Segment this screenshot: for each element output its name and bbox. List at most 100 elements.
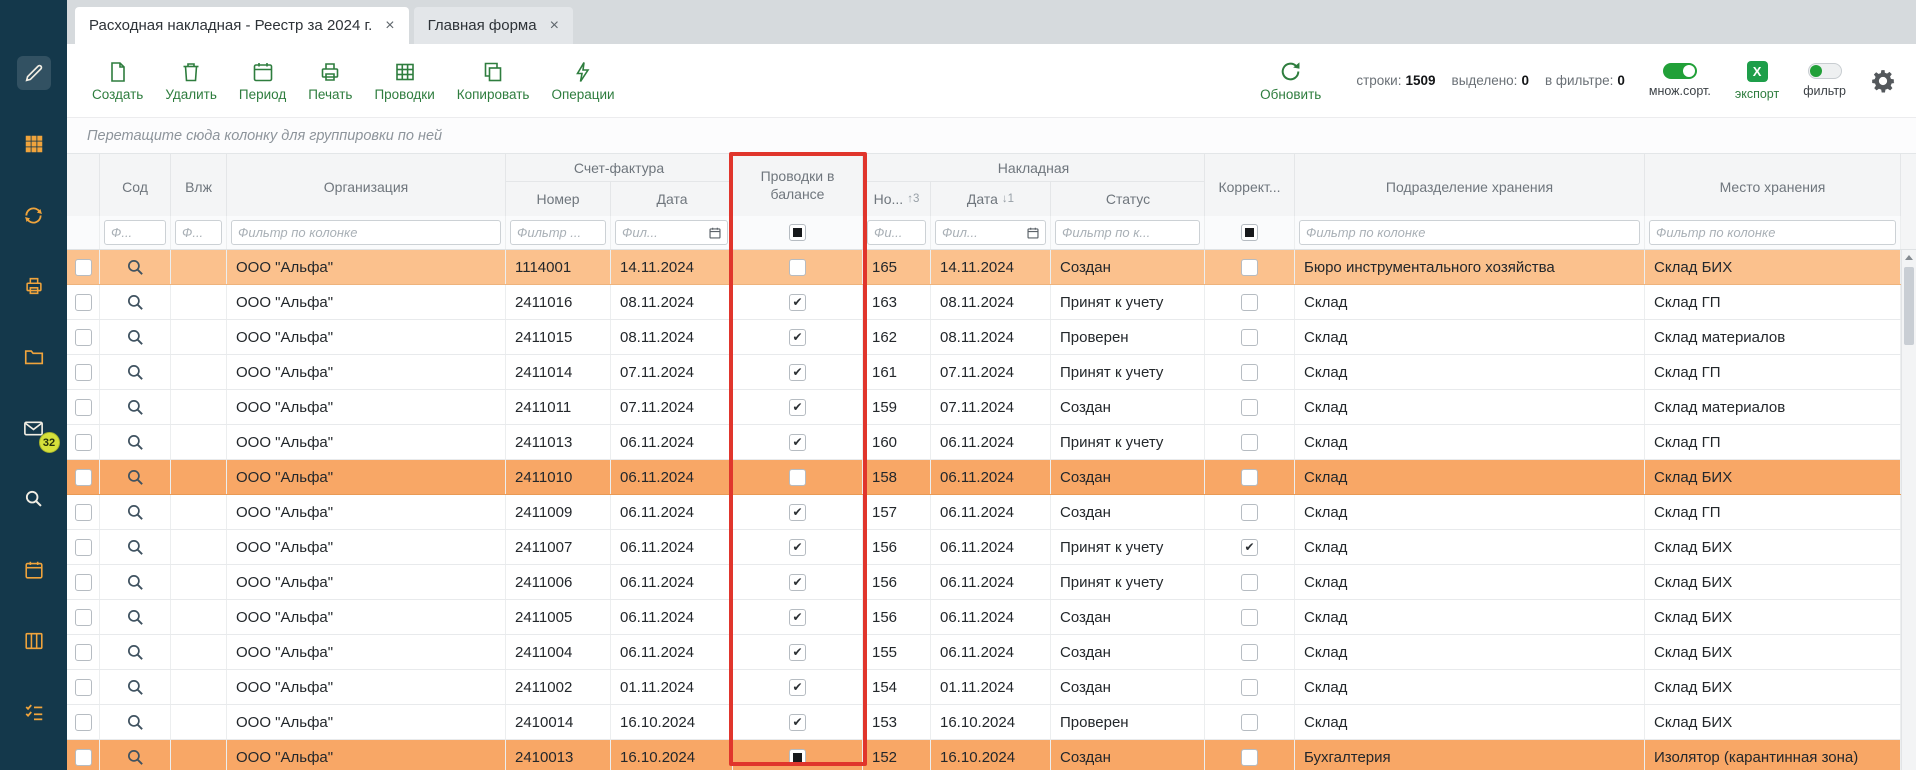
row-select-cell[interactable]: [67, 495, 100, 529]
postings-checkbox[interactable]: [789, 399, 806, 416]
table-row[interactable]: ООО "Альфа"241100706.11.202415606.11.202…: [67, 530, 1901, 565]
row-select-cell[interactable]: [67, 250, 100, 284]
magnifier-icon[interactable]: [126, 538, 145, 557]
correction-checkbox[interactable]: [1241, 679, 1258, 696]
header-status[interactable]: Статус: [1051, 182, 1205, 216]
postings-cell[interactable]: [733, 390, 863, 424]
row-open-cell[interactable]: [100, 530, 171, 564]
magnifier-icon[interactable]: [126, 258, 145, 277]
correction-cell[interactable]: [1205, 495, 1295, 529]
postings-checkbox[interactable]: [789, 294, 806, 311]
search-icon[interactable]: [17, 482, 51, 516]
header-department[interactable]: Подразделение хранения: [1295, 154, 1645, 216]
table-row[interactable]: ООО "Альфа"241100406.11.202415506.11.202…: [67, 635, 1901, 670]
postings-checkbox[interactable]: [789, 329, 806, 346]
postings-cell[interactable]: [733, 670, 863, 704]
row-select-checkbox[interactable]: [75, 539, 92, 556]
row-select-checkbox[interactable]: [75, 504, 92, 521]
table-row[interactable]: ООО "Альфа"241101608.11.202416308.11.202…: [67, 285, 1901, 320]
filter-postings-checkbox[interactable]: [789, 224, 806, 241]
row-select-checkbox[interactable]: [75, 714, 92, 731]
correction-cell[interactable]: [1205, 600, 1295, 634]
filter-toggle[interactable]: [1808, 63, 1842, 79]
correction-cell[interactable]: [1205, 355, 1295, 389]
row-select-cell[interactable]: [67, 530, 100, 564]
postings-checkbox[interactable]: [789, 539, 806, 556]
correction-checkbox[interactable]: [1241, 259, 1258, 276]
multisort-control[interactable]: множ.сорт.: [1649, 63, 1711, 98]
magnifier-icon[interactable]: [126, 643, 145, 662]
row-select-checkbox[interactable]: [75, 434, 92, 451]
magnifier-icon[interactable]: [126, 363, 145, 382]
copy-button[interactable]: Копировать: [446, 60, 541, 102]
table-row[interactable]: ООО "Альфа"241101107.11.202415907.11.202…: [67, 390, 1901, 425]
filter-invoice-date-input[interactable]: [615, 220, 728, 245]
correction-checkbox[interactable]: [1241, 539, 1258, 556]
table-row[interactable]: ООО "Альфа"241100506.11.202415606.11.202…: [67, 600, 1901, 635]
row-open-cell[interactable]: [100, 740, 171, 770]
correction-cell[interactable]: [1205, 530, 1295, 564]
correction-checkbox[interactable]: [1241, 364, 1258, 381]
checklist-icon[interactable]: [17, 695, 51, 729]
filter-location-input[interactable]: [1649, 220, 1896, 245]
magnifier-icon[interactable]: [126, 608, 145, 627]
header-select-all[interactable]: [67, 154, 100, 216]
correction-checkbox[interactable]: [1241, 609, 1258, 626]
postings-checkbox[interactable]: [789, 574, 806, 591]
row-select-cell[interactable]: [67, 285, 100, 319]
magnifier-icon[interactable]: [126, 713, 145, 732]
row-select-cell[interactable]: [67, 565, 100, 599]
correction-checkbox[interactable]: [1241, 574, 1258, 591]
filter-waybill-number-input[interactable]: [867, 220, 926, 245]
row-open-cell[interactable]: [100, 285, 171, 319]
correction-checkbox[interactable]: [1241, 749, 1258, 766]
postings-cell[interactable]: [733, 460, 863, 494]
tab-main-form[interactable]: Главная форма ×: [414, 7, 573, 44]
row-open-cell[interactable]: [100, 670, 171, 704]
filter-organization-input[interactable]: [231, 220, 501, 245]
header-vlj[interactable]: Влж: [171, 154, 227, 216]
excel-export-icon[interactable]: X: [1747, 61, 1768, 82]
table-row[interactable]: ООО "Альфа"241100906.11.202415706.11.202…: [67, 495, 1901, 530]
mail-icon[interactable]: 32: [17, 411, 51, 445]
postings-cell[interactable]: [733, 565, 863, 599]
row-select-checkbox[interactable]: [75, 609, 92, 626]
table-row[interactable]: ООО "Альфа"241101006.11.202415806.11.202…: [67, 460, 1901, 495]
magnifier-icon[interactable]: [126, 398, 145, 417]
table-row[interactable]: ООО "Альфа"241101306.11.202416006.11.202…: [67, 425, 1901, 460]
dashboard-grid-icon[interactable]: [17, 127, 51, 161]
postings-checkbox[interactable]: [789, 504, 806, 521]
create-button[interactable]: Создать: [81, 60, 154, 102]
row-select-cell[interactable]: [67, 600, 100, 634]
postings-checkbox[interactable]: [789, 679, 806, 696]
print-button[interactable]: Печать: [297, 60, 363, 102]
correction-cell[interactable]: [1205, 250, 1295, 284]
header-invoice-date[interactable]: Дата: [611, 182, 733, 216]
calendar-icon[interactable]: [17, 553, 51, 587]
correction-cell[interactable]: [1205, 425, 1295, 459]
magnifier-icon[interactable]: [126, 678, 145, 697]
correction-checkbox[interactable]: [1241, 329, 1258, 346]
postings-checkbox[interactable]: [789, 259, 806, 276]
row-select-checkbox[interactable]: [75, 574, 92, 591]
postings-cell[interactable]: [733, 530, 863, 564]
row-open-cell[interactable]: [100, 390, 171, 424]
header-waybill-date[interactable]: Дата↓1: [931, 182, 1051, 216]
row-open-cell[interactable]: [100, 355, 171, 389]
postings-cell[interactable]: [733, 355, 863, 389]
magnifier-icon[interactable]: [126, 433, 145, 452]
magnifier-icon[interactable]: [126, 293, 145, 312]
row-open-cell[interactable]: [100, 495, 171, 529]
row-select-checkbox[interactable]: [75, 259, 92, 276]
filter-vlj-input[interactable]: [175, 220, 222, 245]
scroll-up-arrow-icon[interactable]: [1902, 250, 1916, 265]
scrollbar-thumb[interactable]: [1904, 267, 1914, 345]
correction-checkbox[interactable]: [1241, 294, 1258, 311]
header-location[interactable]: Место хранения: [1645, 154, 1901, 216]
row-open-cell[interactable]: [100, 250, 171, 284]
correction-cell[interactable]: [1205, 635, 1295, 669]
postings-cell[interactable]: [733, 740, 863, 770]
refresh-button[interactable]: Обновить: [1249, 59, 1332, 102]
correction-cell[interactable]: [1205, 460, 1295, 494]
postings-checkbox[interactable]: [789, 609, 806, 626]
